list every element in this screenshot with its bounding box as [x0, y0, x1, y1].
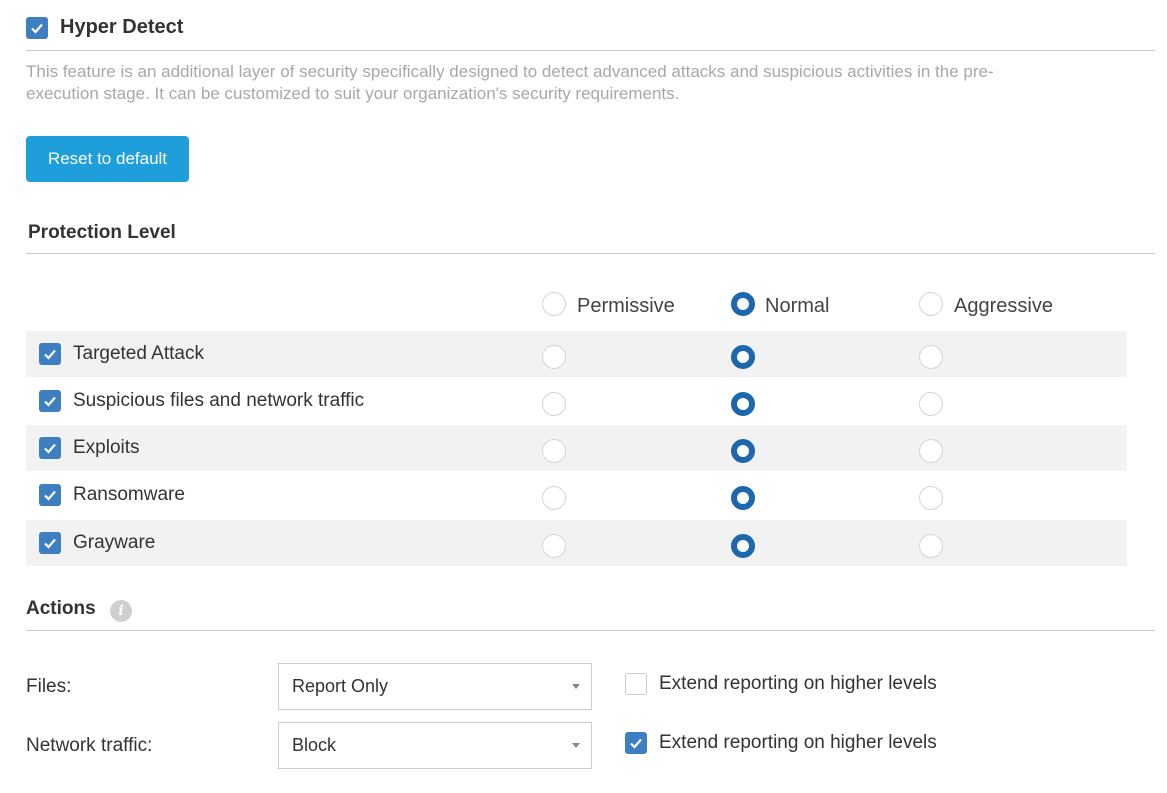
network-extend-reporting-checkbox[interactable]: [625, 732, 647, 754]
reset-to-default-button[interactable]: Reset to default: [26, 136, 189, 182]
table-row: [26, 520, 1127, 566]
aggressive-column-label: Aggressive: [954, 295, 1053, 317]
targeted-attack-label: Targeted Attack: [73, 343, 204, 364]
suspicious-files-aggressive-radio[interactable]: [919, 392, 943, 416]
table-row: [26, 425, 1127, 471]
chevron-down-icon: [572, 743, 580, 748]
hyper-detect-checkbox[interactable]: [26, 17, 48, 39]
actions-title: Actions: [26, 598, 96, 619]
exploits-label: Exploits: [73, 437, 140, 458]
protection-level-title: Protection Level: [28, 222, 176, 243]
checkmark-icon: [44, 490, 56, 501]
grayware-label: Grayware: [73, 532, 156, 553]
files-label: Files:: [26, 676, 72, 697]
targeted-attack-normal-radio[interactable]: [731, 345, 755, 369]
grayware-aggressive-radio[interactable]: [919, 534, 943, 558]
network-action-value: Block: [292, 735, 337, 755]
hyper-detect-title: Hyper Detect: [60, 16, 184, 38]
aggressive-header-radio[interactable]: [919, 292, 943, 316]
checkmark-icon: [44, 396, 56, 407]
grayware-normal-radio[interactable]: [731, 534, 755, 558]
suspicious-files-checkbox[interactable]: [39, 390, 61, 412]
files-action-select[interactable]: Report Only: [278, 663, 592, 710]
files-action-value: Report Only: [292, 676, 389, 696]
normal-header-radio[interactable]: [731, 292, 755, 316]
checkmark-icon: [44, 443, 56, 454]
ransomware-label: Ransomware: [73, 484, 185, 505]
ransomware-checkbox[interactable]: [39, 484, 61, 506]
network-action-select[interactable]: Block: [278, 722, 592, 769]
exploits-checkbox[interactable]: [39, 437, 61, 459]
checkmark-icon: [44, 538, 56, 549]
ransomware-normal-radio[interactable]: [731, 486, 755, 510]
network-extend-reporting-label: Extend reporting on higher levels: [659, 732, 937, 753]
protection-divider: [26, 253, 1155, 254]
actions-divider: [26, 630, 1155, 631]
ransomware-aggressive-radio[interactable]: [919, 486, 943, 510]
targeted-attack-permissive-radio[interactable]: [542, 345, 566, 369]
grayware-permissive-radio[interactable]: [542, 534, 566, 558]
info-icon[interactable]: i: [110, 600, 132, 622]
exploits-normal-radio[interactable]: [731, 439, 755, 463]
suspicious-files-label: Suspicious files and network traffic: [73, 390, 365, 411]
normal-column-label: Normal: [765, 295, 830, 317]
permissive-header-radio[interactable]: [542, 292, 566, 316]
grayware-checkbox[interactable]: [39, 532, 61, 554]
ransomware-permissive-radio[interactable]: [542, 486, 566, 510]
targeted-attack-checkbox[interactable]: [39, 343, 61, 365]
targeted-attack-aggressive-radio[interactable]: [919, 345, 943, 369]
network-traffic-label: Network traffic:: [26, 735, 153, 756]
checkmark-icon: [31, 23, 43, 34]
hyper-detect-description: This feature is an additional layer of s…: [26, 62, 994, 103]
files-extend-reporting-label: Extend reporting on higher levels: [659, 673, 937, 694]
suspicious-files-normal-radio[interactable]: [731, 392, 755, 416]
permissive-column-label: Permissive: [577, 295, 675, 317]
exploits-aggressive-radio[interactable]: [919, 439, 943, 463]
checkmark-icon: [44, 349, 56, 360]
exploits-permissive-radio[interactable]: [542, 439, 566, 463]
checkmark-icon: [630, 738, 642, 749]
files-extend-reporting-checkbox[interactable]: [625, 673, 647, 695]
chevron-down-icon: [572, 684, 580, 689]
header-divider: [26, 50, 1155, 51]
suspicious-files-permissive-radio[interactable]: [542, 392, 566, 416]
